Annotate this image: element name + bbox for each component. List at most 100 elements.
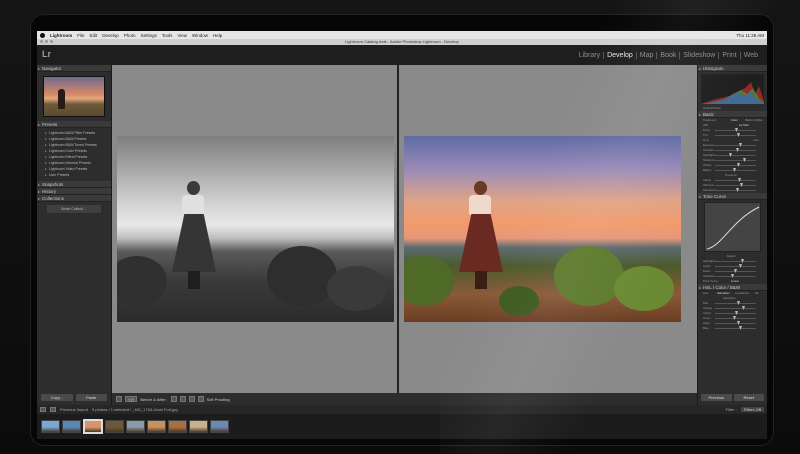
previous-reset-buttons: Previous Reset bbox=[701, 394, 764, 401]
module-book[interactable]: Book bbox=[656, 52, 679, 59]
window-controls[interactable] bbox=[40, 40, 53, 43]
menu-help[interactable]: Help bbox=[213, 33, 222, 38]
filmstrip-thumbnail[interactable] bbox=[189, 420, 208, 433]
after-photo[interactable] bbox=[404, 136, 681, 322]
smart-collections-item[interactable]: Smart Collecti... bbox=[47, 205, 101, 213]
preset-list: Lightroom B&W Filter Presets Lightroom B… bbox=[37, 128, 111, 181]
filter-dropdown[interactable]: Filters Off bbox=[740, 407, 764, 412]
lightroom-logo: Lr bbox=[42, 49, 51, 59]
snapshots-header[interactable]: Snapshots bbox=[37, 181, 111, 188]
workspace: Navigator Presets Lightroom B&W Filter P… bbox=[37, 65, 767, 405]
right-panel: Histogram Original Photo Basic Treatment… bbox=[697, 65, 767, 405]
menu-develop[interactable]: Develop bbox=[102, 33, 119, 38]
develop-toolbar: Y|Y Before & After : Soft Proofing bbox=[112, 393, 697, 405]
identity-plate: Lr Library Develop Map Book Slideshow Pr… bbox=[37, 45, 767, 65]
region-label: Region bbox=[727, 254, 736, 258]
tone-label: Tone bbox=[703, 138, 710, 142]
saturation-label: Saturation bbox=[723, 296, 736, 300]
before-after-divider bbox=[397, 65, 399, 393]
module-library[interactable]: Library bbox=[576, 52, 603, 59]
presence-label: Presence bbox=[725, 173, 737, 177]
module-web[interactable]: Web bbox=[739, 52, 761, 59]
histogram-header[interactable]: Histogram bbox=[698, 65, 767, 72]
collections-header[interactable]: Collections bbox=[37, 195, 111, 202]
slider-hsl-blue[interactable]: Blue bbox=[701, 326, 764, 331]
mac-menu-bar: Lightroom File Edit Develop Photo Settin… bbox=[37, 31, 767, 39]
treatment-bw[interactable]: Black & White bbox=[745, 118, 762, 122]
hsl-tab-luminance[interactable]: Luminance bbox=[735, 291, 749, 295]
image-view: Y|Y Before & After : Soft Proofing bbox=[112, 65, 697, 405]
monitor-scene: Lightroom File Edit Develop Photo Settin… bbox=[0, 0, 800, 454]
copy-button[interactable]: Copy... bbox=[41, 394, 73, 401]
filmstrip-thumbnail[interactable] bbox=[210, 420, 229, 433]
point-curve-label: Point Curve : bbox=[703, 279, 720, 283]
filter-label: Filter : bbox=[725, 407, 737, 412]
treatment-color[interactable]: Color bbox=[731, 118, 738, 122]
filmstrip bbox=[37, 414, 767, 439]
module-slideshow[interactable]: Slideshow bbox=[679, 52, 718, 59]
curve-line bbox=[706, 206, 760, 250]
module-picker: Library Develop Map Book Slideshow Print… bbox=[576, 52, 761, 59]
lightroom-screen: Lightroom File Edit Develop Photo Settin… bbox=[37, 31, 767, 439]
filmstrip-thumbnail[interactable] bbox=[83, 419, 103, 434]
previous-button[interactable]: Previous bbox=[701, 394, 732, 401]
filmstrip-thumbnail[interactable] bbox=[62, 420, 81, 433]
hsl-tab-saturation[interactable]: Saturation bbox=[717, 291, 730, 295]
tone-curve-graph[interactable] bbox=[704, 202, 761, 252]
auto-tone-button[interactable]: Auto bbox=[753, 138, 759, 142]
wb-dropdown[interactable]: As Shot bbox=[739, 123, 749, 127]
before-after-view-button[interactable]: Y|Y bbox=[125, 396, 138, 402]
navigator-preview[interactable] bbox=[43, 76, 105, 117]
filmstrip-toolbar: Previous Import 9 photos / 1 selected / … bbox=[37, 405, 767, 414]
history-header[interactable]: History bbox=[37, 188, 111, 195]
paste-button[interactable]: Paste bbox=[75, 394, 107, 401]
window-title: Lightroom Catalog.lrcat - Adobe Photosho… bbox=[345, 39, 459, 44]
basic-header[interactable]: Basic bbox=[698, 111, 767, 118]
preset-folder[interactable]: User Presets bbox=[45, 172, 107, 178]
hsl-tab-hue[interactable]: Hue bbox=[703, 291, 708, 295]
reset-button[interactable]: Reset bbox=[733, 394, 764, 401]
apple-icon[interactable] bbox=[40, 32, 45, 38]
menu-edit[interactable]: Edit bbox=[90, 33, 98, 38]
filmstrip-count: 9 photos / 1 selected / _MG_1763-Janel F… bbox=[92, 407, 178, 412]
before-photo[interactable] bbox=[117, 136, 394, 322]
module-map[interactable]: Map bbox=[635, 52, 657, 59]
histogram bbox=[701, 74, 764, 104]
grid-view-icon[interactable] bbox=[40, 407, 46, 412]
filmstrip-thumbnail[interactable] bbox=[126, 420, 145, 433]
menu-settings[interactable]: Settings bbox=[141, 33, 157, 38]
before-after-label: Before & After : bbox=[140, 396, 168, 402]
menu-window[interactable]: Window bbox=[192, 33, 208, 38]
filmstrip-thumbnail[interactable] bbox=[147, 420, 166, 433]
second-window-icon[interactable] bbox=[50, 407, 56, 412]
presets-header[interactable]: Presets bbox=[37, 121, 111, 128]
copy-after-icon[interactable] bbox=[179, 396, 186, 402]
menu-view[interactable]: View bbox=[177, 33, 187, 38]
original-photo-label: Original Photo bbox=[703, 106, 721, 110]
navigator-header[interactable]: Navigator bbox=[37, 65, 111, 72]
filmstrip-source[interactable]: Previous Import bbox=[60, 407, 88, 412]
filmstrip-thumbnail[interactable] bbox=[41, 420, 60, 433]
hsl-header[interactable]: HSL / Color / B&W bbox=[698, 284, 767, 291]
point-curve-dropdown[interactable]: Linear bbox=[731, 279, 739, 283]
copy-before-icon[interactable] bbox=[170, 396, 177, 402]
menu-tools[interactable]: Tools bbox=[162, 33, 173, 38]
wb-label: WB : bbox=[703, 123, 710, 127]
menu-file[interactable]: File bbox=[77, 33, 84, 38]
menu-photo[interactable]: Photo bbox=[124, 33, 136, 38]
filmstrip-thumbnail[interactable] bbox=[105, 420, 124, 433]
module-develop[interactable]: Develop bbox=[603, 52, 636, 59]
copy-paste-buttons: Copy... Paste bbox=[41, 394, 107, 401]
clock: Thu 11:28 AM bbox=[736, 32, 764, 38]
loupe-view-icon[interactable] bbox=[116, 396, 122, 402]
module-print[interactable]: Print bbox=[718, 52, 739, 59]
treatment-label: Treatment : bbox=[703, 118, 718, 122]
filmstrip-thumbnail[interactable] bbox=[168, 420, 187, 433]
soft-proofing-checkbox[interactable] bbox=[197, 396, 204, 402]
histogram-graph bbox=[701, 82, 764, 104]
tone-curve-header[interactable]: Tone Curve bbox=[698, 193, 767, 200]
swap-icon[interactable] bbox=[188, 396, 195, 402]
soft-proofing-label: Soft Proofing bbox=[206, 396, 230, 402]
hsl-tab-all[interactable]: All bbox=[755, 291, 758, 295]
app-menu[interactable]: Lightroom bbox=[50, 33, 72, 38]
